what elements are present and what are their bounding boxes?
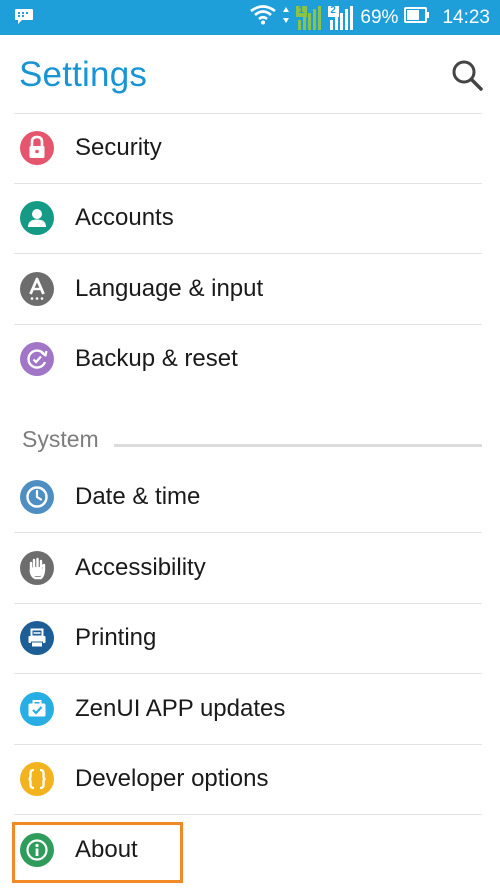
braces-icon bbox=[20, 762, 54, 796]
section-title: System bbox=[22, 426, 99, 452]
clock-icon bbox=[20, 480, 54, 514]
settings-item-label: Backup & reset bbox=[75, 345, 238, 372]
settings-item-security[interactable]: Security bbox=[0, 114, 500, 184]
sim1-signal-icon: 1 bbox=[296, 4, 322, 30]
divider bbox=[14, 532, 482, 533]
settings-item-accounts[interactable]: Accounts bbox=[0, 184, 500, 254]
page-title: Settings bbox=[19, 55, 148, 94]
person-icon bbox=[20, 201, 54, 235]
settings-item-label: Accessibility bbox=[75, 554, 206, 581]
settings-item-date-time[interactable]: Date & time bbox=[0, 463, 500, 533]
settings-item-label: ZenUI APP updates bbox=[75, 695, 286, 722]
status-bar: 1 2 69% 14:23 bbox=[0, 0, 500, 35]
settings-item-label: Printing bbox=[75, 624, 157, 651]
settings-item-backup-reset[interactable]: Backup & reset bbox=[0, 325, 500, 395]
battery-icon bbox=[404, 6, 430, 30]
briefcase-check-icon bbox=[20, 692, 54, 726]
hand-icon bbox=[20, 551, 54, 585]
divider bbox=[14, 253, 482, 254]
search-button[interactable] bbox=[449, 57, 485, 93]
divider bbox=[14, 814, 482, 815]
settings-item-developer-options[interactable]: Developer options bbox=[0, 745, 500, 815]
backup-icon bbox=[20, 342, 54, 376]
divider bbox=[14, 673, 482, 674]
data-transfer-icon bbox=[282, 5, 290, 31]
settings-item-accessibility[interactable]: Accessibility bbox=[0, 534, 500, 604]
battery-percent: 69% bbox=[360, 6, 399, 28]
settings-item-label: Language & input bbox=[75, 275, 264, 302]
settings-item-label: Date & time bbox=[75, 483, 201, 510]
settings-item-printing[interactable]: Printing bbox=[0, 604, 500, 674]
settings-item-language-input[interactable]: Language & input bbox=[0, 255, 500, 325]
sim1-label: 1 bbox=[298, 4, 304, 16]
printer-icon bbox=[20, 621, 54, 655]
message-notification-icon bbox=[14, 8, 34, 24]
language-icon bbox=[20, 272, 54, 306]
sim2-label: 2 bbox=[330, 4, 336, 16]
lock-icon bbox=[20, 131, 54, 165]
settings-item-label: Security bbox=[75, 134, 162, 161]
settings-item-zenui-app-updates[interactable]: ZenUI APP updates bbox=[0, 675, 500, 745]
section-divider bbox=[114, 444, 482, 447]
wifi-icon bbox=[250, 4, 277, 31]
settings-item-label: Accounts bbox=[75, 204, 174, 231]
section-header-system: System bbox=[0, 412, 500, 462]
clock-time: 14:23 bbox=[442, 6, 490, 28]
search-icon bbox=[452, 60, 483, 91]
about-highlight-box bbox=[12, 822, 183, 883]
app-bar: Settings bbox=[0, 35, 500, 115]
sim2-signal-icon: 2 bbox=[328, 4, 354, 30]
settings-item-label: Developer options bbox=[75, 765, 269, 792]
